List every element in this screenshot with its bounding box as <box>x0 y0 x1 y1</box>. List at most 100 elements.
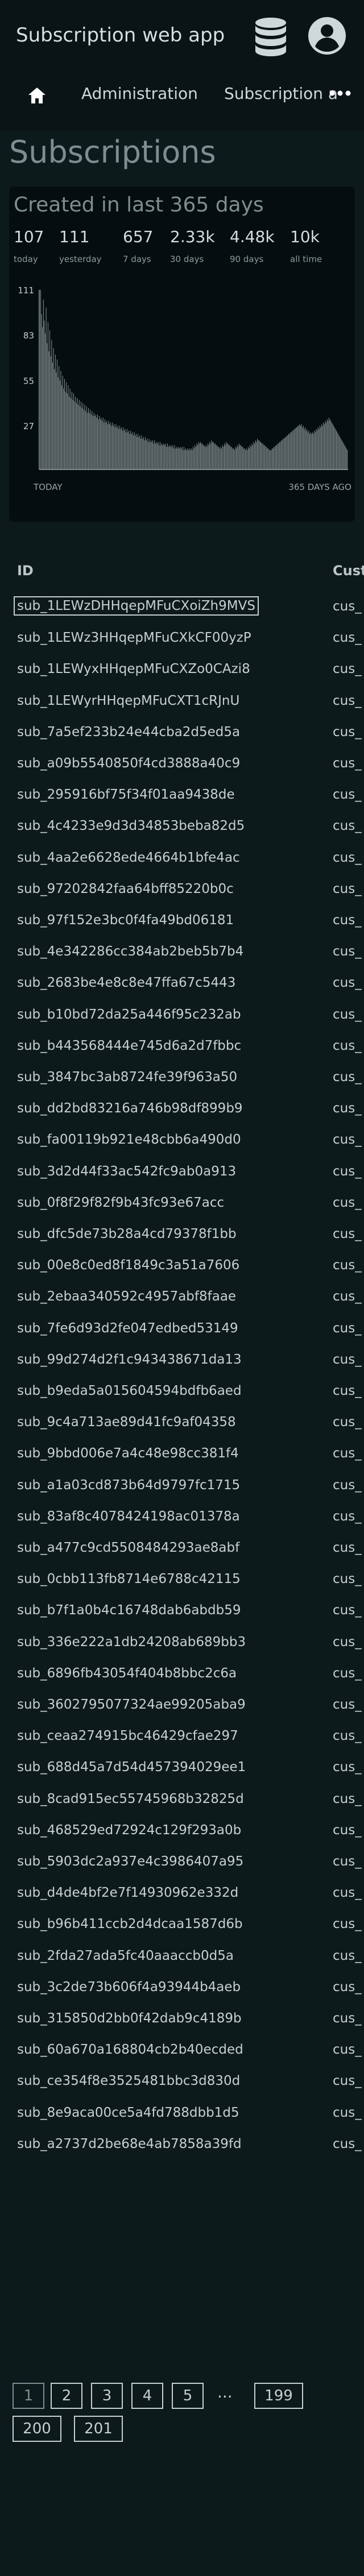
subscription-id-link[interactable]: sub_3c2de73b606f4a93944b4aeb <box>17 1979 241 1996</box>
customer-id-link[interactable]: cus_ <box>333 880 364 898</box>
table-row[interactable]: sub_3c2de73b606f4a93944b4aeb cus_ <box>0 1979 364 2009</box>
customer-id-link[interactable]: cus_ <box>333 1602 364 1619</box>
customer-id-link[interactable]: cus_ <box>333 629 364 646</box>
table-row[interactable]: sub_2683be4e8c8e47ffa67c5443 cus_ <box>0 974 364 1005</box>
customer-id-link[interactable]: cus_ <box>333 660 364 678</box>
table-row[interactable]: sub_4aa2e6628ede4664b1bfe4ac cus_ <box>0 849 364 880</box>
subscription-id-link[interactable]: sub_00e8c0ed8f1849c3a51a7606 <box>17 1257 239 1274</box>
customer-id-link[interactable]: cus_ <box>333 2010 364 2027</box>
subscription-id-link[interactable]: sub_1LEWyrHHqepMFuCXT1cRJnU <box>17 692 239 709</box>
customer-id-link[interactable]: cus_ <box>333 1445 364 1462</box>
customer-id-link[interactable]: cus_ <box>333 1539 364 1556</box>
customer-id-link[interactable]: cus_ <box>333 1414 364 1431</box>
subscription-id-link[interactable]: sub_dd2bd83216a746b98df899b9 <box>17 1100 243 1117</box>
subscription-id-link[interactable]: sub_4aa2e6628ede4664b1bfe4ac <box>17 849 240 866</box>
customer-id-link[interactable]: cus_ <box>333 1037 364 1054</box>
table-row[interactable]: sub_8cad915ec55745968b32825d cus_ <box>0 1790 364 1821</box>
customer-id-link[interactable]: cus_ <box>333 1853 364 1870</box>
customer-id-link[interactable]: cus_ <box>333 2104 364 2121</box>
customer-id-link[interactable]: cus_ <box>333 1696 364 1713</box>
customer-id-link[interactable]: cus_ <box>333 974 364 991</box>
subscription-id-link[interactable]: sub_468529ed72924c129f293a0b <box>17 1822 241 1839</box>
page-button[interactable]: 3 <box>91 2383 123 2409</box>
subscription-id-link[interactable]: sub_2ebaa340592c4957abf8faae <box>17 1288 236 1305</box>
customer-id-link[interactable]: cus_ <box>333 1382 364 1399</box>
customer-id-link[interactable]: cus_ <box>333 1727 364 1744</box>
subscription-id-link[interactable]: sub_a1a03cd873b64d9797fc1715 <box>17 1477 240 1494</box>
subscription-id-link[interactable]: sub_b443568444e745d6a2d7fbbc <box>17 1037 241 1054</box>
subscription-id-link[interactable]: sub_336e222a1db24208ab689bb3 <box>17 1634 246 1651</box>
table-row[interactable]: sub_9c4a713ae89d41fc9af04358 cus_ <box>0 1414 364 1444</box>
table-row[interactable]: sub_fa00119b921e48cbb6a490d0 cus_ <box>0 1131 364 1162</box>
subscription-id-link[interactable]: sub_4e342286cc384ab2beb5b7b4 <box>17 943 243 960</box>
table-row[interactable]: sub_b7f1a0b4c16748dab6abdb59 cus_ <box>0 1602 364 1632</box>
table-row[interactable]: sub_5903dc2a937e4c3986407a95 cus_ <box>0 1853 364 1884</box>
page-button[interactable]: 4 <box>131 2383 163 2409</box>
home-icon[interactable] <box>27 86 47 105</box>
table-row[interactable]: sub_b443568444e745d6a2d7fbbc cus_ <box>0 1037 364 1068</box>
customer-id-link[interactable]: cus_ <box>333 598 364 615</box>
subscription-id-link[interactable]: sub_b96b411ccb2d4dcaa1587d6b <box>17 1916 243 1933</box>
customer-id-link[interactable]: cus_ <box>333 1257 364 1274</box>
subscription-id-link[interactable]: sub_a09b5540850f4cd3888a40c9 <box>17 755 240 772</box>
customer-id-link[interactable]: cus_ <box>333 786 364 803</box>
table-row[interactable]: sub_60a670a168804cb2b40ecded cus_ <box>0 2041 364 2072</box>
table-row[interactable]: sub_b96b411ccb2d4dcaa1587d6b cus_ <box>0 1916 364 1946</box>
table-row[interactable]: sub_4e342286cc384ab2beb5b7b4 cus_ <box>0 943 364 974</box>
subscription-id-link[interactable]: sub_7fe6d93d2fe047edbed53149 <box>17 1320 238 1337</box>
subscription-id-link[interactable]: sub_a477c9cd5508484293ae8abf <box>17 1539 239 1556</box>
table-row[interactable]: sub_a09b5540850f4cd3888a40c9 cus_ <box>0 755 364 786</box>
table-row[interactable]: sub_b9eda5a015604594bdfb6aed cus_ <box>0 1382 364 1413</box>
page-button[interactable]: 1 <box>13 2383 44 2409</box>
subscription-id-link[interactable]: sub_8e9aca00ce5a4fd788dbb1d5 <box>17 2104 239 2121</box>
subscription-id-link[interactable]: sub_1LEWyxHHqepMFuCXZo0CAzi8 <box>17 660 250 678</box>
subscription-id-link[interactable]: sub_9bbd006e7a4c48e98cc381f4 <box>17 1445 239 1462</box>
customer-id-link[interactable]: cus_ <box>333 1665 364 1682</box>
table-row[interactable]: sub_97202842faa64bff85220b0c cus_ <box>0 880 364 911</box>
subscription-id-link[interactable]: sub_b9eda5a015604594bdfb6aed <box>17 1382 242 1399</box>
subscription-id-link[interactable]: sub_2fda27ada5fc40aaaccb0d5a <box>17 1947 234 1964</box>
subscription-id-link[interactable]: sub_7a5ef233b24e44cba2d5ed5a <box>17 724 240 741</box>
subscription-id-link[interactable]: sub_9c4a713ae89d41fc9af04358 <box>17 1414 236 1431</box>
table-row[interactable]: sub_0cbb113fb8714e6788c42115 cus_ <box>0 1570 364 1601</box>
customer-id-link[interactable]: cus_ <box>333 1006 364 1023</box>
table-row[interactable]: sub_2fda27ada5fc40aaaccb0d5a cus_ <box>0 1947 364 1978</box>
table-row[interactable]: sub_83af8c4078424198ac01378a cus_ <box>0 1508 364 1539</box>
subscription-id-link[interactable]: sub_1LEWz3HHqepMFuCXkCF00yzP <box>17 629 251 646</box>
table-row[interactable]: sub_0f8f29f82f9b43fc93e67acc cus_ <box>0 1194 364 1225</box>
table-row[interactable]: sub_1LEWyxHHqepMFuCXZo0CAzi8 cus_ <box>0 660 364 691</box>
subscription-id-link[interactable]: sub_a2737d2be68e4ab7858a39fd <box>17 2135 242 2153</box>
subscription-id-link[interactable]: sub_3d2d44f33ac542fc9ab0a913 <box>17 1163 236 1180</box>
customer-id-link[interactable]: cus_ <box>333 1100 364 1117</box>
table-row[interactable]: sub_3847bc3ab8724fe39f963a50 cus_ <box>0 1069 364 1099</box>
subscription-id-link[interactable]: sub_3602795077324ae99205aba9 <box>17 1696 246 1713</box>
customer-id-link[interactable]: cus_ <box>333 1884 364 1901</box>
subscription-id-link[interactable]: sub_0cbb113fb8714e6788c42115 <box>17 1570 241 1588</box>
customer-id-link[interactable]: cus_ <box>333 1508 364 1525</box>
customer-id-link[interactable]: cus_ <box>333 2072 364 2089</box>
customer-id-link[interactable]: cus_ <box>333 1320 364 1337</box>
customer-id-link[interactable]: cus_ <box>333 1351 364 1368</box>
page-button[interactable]: 5 <box>172 2383 204 2409</box>
table-row[interactable]: sub_2ebaa340592c4957abf8faae cus_ <box>0 1288 364 1319</box>
subscription-id-link[interactable]: sub_60a670a168804cb2b40ecded <box>17 2041 243 2058</box>
customer-id-link[interactable]: cus_ <box>333 2041 364 2058</box>
table-row[interactable]: sub_9bbd006e7a4c48e98cc381f4 cus_ <box>0 1445 364 1476</box>
customer-id-link[interactable]: cus_ <box>333 849 364 866</box>
customer-id-link[interactable]: cus_ <box>333 1979 364 1996</box>
subscription-id-link[interactable]: sub_1LEWzDHHqepMFuCXoiZh9MVS <box>14 596 259 616</box>
nav-item-administration[interactable]: Administration <box>81 84 198 103</box>
subscription-id-link[interactable]: sub_97f152e3bc0f4fa49bd06181 <box>17 912 234 929</box>
table-row[interactable]: sub_b10bd72da25a446f95c232ab cus_ <box>0 1006 364 1037</box>
subscription-id-link[interactable]: sub_6896fb43054f404b8bbc2c6a <box>17 1665 237 1682</box>
table-row[interactable]: sub_4c4233e9d3d34853beba82d5 cus_ <box>0 817 364 848</box>
subscription-id-link[interactable]: sub_295916bf75f34f01aa9438de <box>17 786 235 803</box>
table-row[interactable]: sub_1LEWyrHHqepMFuCXT1cRJnU cus_ <box>0 692 364 723</box>
table-row[interactable]: sub_dfc5de73b28a4cd79378f1bb cus_ <box>0 1225 364 1256</box>
customer-id-link[interactable]: cus_ <box>333 1225 364 1243</box>
customer-id-link[interactable]: cus_ <box>333 2135 364 2153</box>
subscription-id-link[interactable]: sub_fa00119b921e48cbb6a490d0 <box>17 1131 241 1148</box>
customer-id-link[interactable]: cus_ <box>333 1634 364 1651</box>
customer-id-link[interactable]: cus_ <box>333 1477 364 1494</box>
subscription-id-link[interactable]: sub_2683be4e8c8e47ffa67c5443 <box>17 974 235 991</box>
